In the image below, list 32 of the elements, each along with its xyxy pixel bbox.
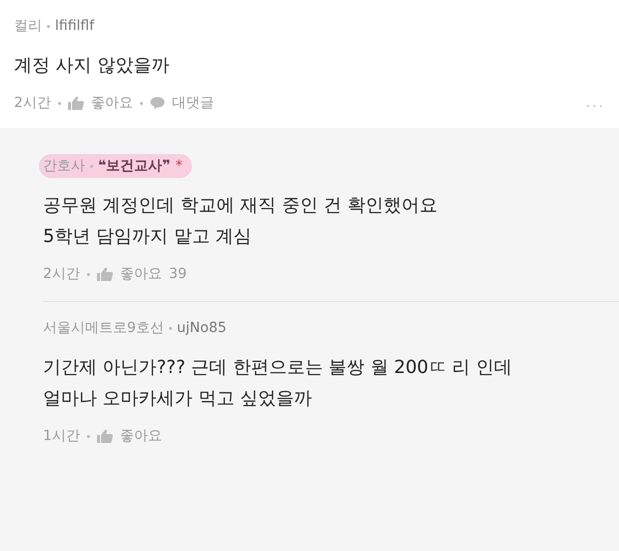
separator-dot — [140, 102, 143, 104]
author-group: 컬리 — [14, 17, 42, 35]
like-count: 39 — [168, 266, 187, 282]
comment-text: 얼마나 오마카세가 먹고 싶었을까 — [43, 387, 314, 411]
separator-dot — [90, 164, 93, 168]
separator-dot — [86, 272, 90, 276]
time-label: 1시간 — [43, 427, 80, 445]
reply-button[interactable]: 대댓글 — [172, 94, 214, 112]
comment-text: 계정 사지 않았을까 — [14, 54, 170, 78]
more-button[interactable]: ... — [586, 95, 605, 111]
separator-dot — [168, 326, 172, 330]
comment-text: 공무원 계정인데 학교에 재직 중인 건 확인했어요 — [43, 194, 438, 218]
like-button[interactable]: 좋아요 — [120, 427, 162, 445]
separator-dot — [47, 24, 50, 28]
like-button[interactable]: 좋아요 — [120, 265, 162, 283]
thumbs-up-icon — [96, 429, 113, 443]
time-label: 2시간 — [14, 94, 51, 112]
asterisk-label: * — [175, 158, 182, 174]
separator-dot — [86, 434, 90, 438]
separator-dot — [58, 102, 61, 104]
author-group: 서울시메트로9호선 — [43, 319, 164, 337]
author-name[interactable]: ❝보건교사❞ — [98, 157, 170, 175]
speech-bubble-icon — [150, 96, 165, 110]
comment-text: 5학년 담임까지 맡고 계심 — [43, 225, 253, 249]
comment-text: 기간제 아닌가??? 근데 한편으로는 불쌍 월 200ㄸ 리 인데 — [43, 356, 513, 380]
like-button[interactable]: 좋아요 — [90, 94, 133, 112]
thumbs-up-icon — [68, 96, 84, 110]
author-name[interactable]: ujNo85 — [176, 320, 227, 336]
thumbs-up-icon — [96, 267, 113, 281]
author-name[interactable]: lfifilflf — [55, 18, 94, 34]
time-label: 2시간 — [43, 265, 80, 283]
author-group: 간호사 — [43, 157, 85, 175]
